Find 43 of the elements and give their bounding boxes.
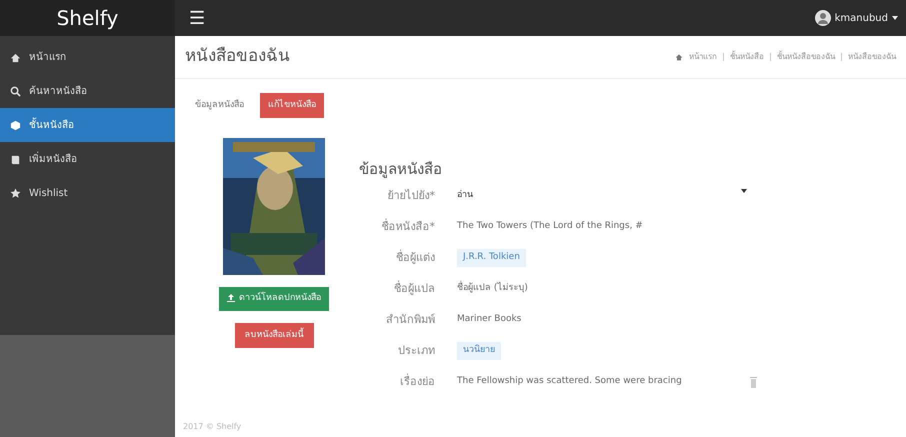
- sidebar-item[interactable]: ชั้นหนังสือ: [0, 108, 175, 142]
- breadcrumb-link[interactable]: หน้าแรก: [689, 50, 717, 63]
- caret-icon: [741, 189, 747, 194]
- breadcrumb-link[interactable]: ชั้นหนังสือของฉัน: [777, 50, 835, 63]
- field-label: ชื่อหนังสือ*: [380, 218, 435, 235]
- breadcrumb-link[interactable]: หนังสือของฉัน: [848, 50, 896, 63]
- breadcrumb-link[interactable]: ชั้นหนังสือ: [730, 50, 764, 63]
- download-button[interactable]: ดาวน์โหลดปกหนังสือ: [219, 287, 329, 310]
- tab[interactable]: แก้ไขหนังสือ: [260, 92, 324, 118]
- page-title: หนังสือของฉัน: [185, 45, 290, 68]
- search-icon: [10, 86, 21, 96]
- field-label: ชื่อผู้แปล: [393, 280, 435, 297]
- sidebar-item[interactable]: ค้นหาหนังสือ: [0, 74, 175, 108]
- home-icon: [10, 52, 21, 62]
- field-label: ประเภท: [397, 342, 435, 359]
- book-icon: [10, 154, 21, 164]
- upload-icon: [227, 294, 235, 302]
- cube-icon: [10, 120, 21, 130]
- delete-button[interactable]: ลบหนังสือเล่มนี้: [234, 322, 314, 348]
- field-label: สำนักพิมพ์: [385, 312, 435, 328]
- footer-text: 2017 © Shelfy: [182, 421, 242, 433]
- home-icon[interactable]: [675, 52, 683, 61]
- tag[interactable]: J.R.R. Tolkien: [457, 249, 526, 267]
- sidebar-item[interactable]: หน้าแรก: [0, 40, 175, 74]
- field-value[interactable]: Mariner Books: [457, 313, 522, 327]
- tab[interactable]: ข้อมูลหนังสือ: [187, 92, 252, 118]
- select-field[interactable]: อ่าน: [457, 189, 747, 203]
- field-label: เรื่องย่อ: [399, 374, 435, 390]
- field-value[interactable]: ชื่อผู้แปล (ไม่ระบุ): [457, 282, 528, 296]
- field-value[interactable]: The Two Towers (The Lord of the Rings, #: [457, 220, 643, 234]
- caret-icon[interactable]: [892, 16, 898, 20]
- avatar-icon[interactable]: [814, 10, 831, 26]
- user-menu[interactable]: kmanubud: [834, 10, 888, 26]
- menu-icon[interactable]: ☰: [189, 4, 206, 32]
- sidebar-item[interactable]: เพิ่มหนังสือ: [0, 142, 175, 176]
- field-label: ย้ายไปยัง*: [386, 188, 435, 204]
- text-area[interactable]: The Fellowship was scattered. Some were bracing: [457, 375, 682, 389]
- section-heading: ข้อมูลหนังสือ: [359, 159, 443, 180]
- app-logo[interactable]: Shelfy: [0, 0, 175, 36]
- star-icon: [10, 188, 21, 198]
- sidebar-item[interactable]: Wishlist: [0, 176, 175, 210]
- field-label: ชื่อผู้แต่ง: [395, 250, 435, 266]
- tag[interactable]: นวนิยาย: [457, 342, 501, 360]
